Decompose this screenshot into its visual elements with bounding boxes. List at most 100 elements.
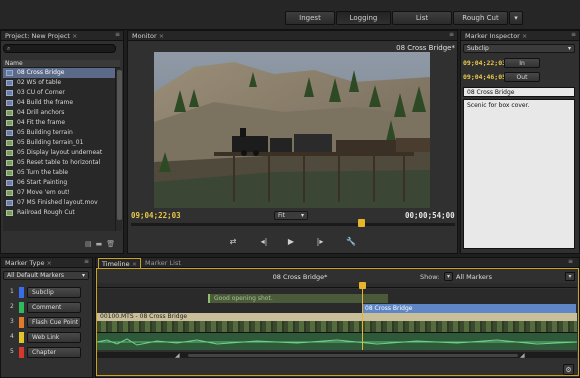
project-item[interactable]: 07 MS Finished layout.mov xyxy=(3,198,115,208)
audio-track[interactable] xyxy=(96,332,578,350)
marker-comment-field[interactable]: Scenic for box cover. xyxy=(463,99,575,249)
project-item[interactable]: 05 Reset table to horizontal xyxy=(3,158,115,168)
panel-menu-icon[interactable]: ≡ xyxy=(84,258,89,265)
marker-type-button[interactable]: Flash Cue Point xyxy=(27,317,81,328)
panel-menu-icon[interactable]: ≡ xyxy=(115,31,120,38)
loop-icon[interactable]: ⇄ xyxy=(226,237,240,246)
marker-type-button[interactable]: Comment xyxy=(27,302,81,313)
subclip-marker[interactable]: 08 Cross Bridge xyxy=(362,304,576,313)
video-frame[interactable] xyxy=(154,52,430,208)
marker-type-tab[interactable]: Marker Type × xyxy=(1,258,92,268)
panel-menu-icon[interactable]: ≡ xyxy=(449,31,454,38)
marker-type-row[interactable]: 5 Chapter xyxy=(3,347,83,358)
scrollbar-thumb[interactable] xyxy=(117,70,122,220)
marker-type-button[interactable]: Subclip xyxy=(27,287,81,298)
project-item[interactable]: 07 Move 'em out! xyxy=(3,188,115,198)
marker-type-row[interactable]: 3 Flash Cue Point xyxy=(3,317,83,328)
sequence-title: 08 Cross Bridge* xyxy=(272,273,328,281)
monitor-tab-label: Monitor xyxy=(132,32,157,40)
project-scrollbar[interactable] xyxy=(115,68,122,231)
marker-type-select[interactable]: Subclip ▾ xyxy=(463,44,575,53)
project-list: 08 Cross Bridge 02 WS of table 03 CU of Co… xyxy=(3,68,115,231)
project-item[interactable]: 04 Fit the frame xyxy=(3,118,115,128)
project-item[interactable]: 08 Cross Bridge xyxy=(3,68,115,78)
panel-menu-icon[interactable]: ≡ xyxy=(571,31,576,38)
video-track-thumbnails[interactable] xyxy=(97,321,577,332)
project-item[interactable]: 06 Start Painting xyxy=(3,178,115,188)
zoom-out-icon[interactable]: ◢ xyxy=(175,352,185,359)
project-item-label: 02 WS of table xyxy=(17,79,62,86)
monitor-tab[interactable]: Monitor × xyxy=(128,31,457,41)
marker-inspector-tab[interactable]: Marker Inspector × xyxy=(461,31,579,41)
logging-button[interactable]: Logging xyxy=(336,11,391,25)
step-back-icon[interactable]: ◂| xyxy=(257,237,271,246)
search-icon: ⌕ xyxy=(7,45,11,52)
panel-menu-icon[interactable]: ≡ xyxy=(568,258,573,265)
marker-list-tab[interactable]: Marker List xyxy=(142,258,184,268)
show-label: Show: xyxy=(420,273,440,281)
marker-type-number: 2 xyxy=(10,303,14,310)
project-item[interactable]: 05 Building terrain xyxy=(3,128,115,138)
marker-type-row[interactable]: 2 Comment xyxy=(3,302,83,313)
trash-icon[interactable]: 🗑 xyxy=(106,240,119,248)
current-timecode[interactable]: 09;04;22;03 xyxy=(131,211,181,220)
project-search-input[interactable]: ⌕ xyxy=(3,44,116,53)
list-button[interactable]: List xyxy=(392,11,452,25)
project-item-label: 04 Drill anchors xyxy=(17,109,65,116)
close-icon[interactable]: × xyxy=(46,259,51,267)
timeline-zoom-slider[interactable] xyxy=(188,354,518,357)
name-column-header[interactable]: Name xyxy=(3,60,120,68)
rough-cut-button[interactable]: Rough Cut xyxy=(453,11,508,25)
set-out-button[interactable]: Out xyxy=(504,72,540,82)
project-item[interactable]: 03 CU of Corner xyxy=(3,88,115,98)
clip-icon xyxy=(6,90,13,96)
project-footer-icons: ▤▬🗑 xyxy=(85,240,121,250)
marker-type-row[interactable]: 4 Web Link xyxy=(3,332,83,343)
marker-filter-select[interactable]: All Default Markers ▾ xyxy=(3,271,89,280)
project-item[interactable]: 04 Drill anchors xyxy=(3,108,115,118)
ingest-button[interactable]: Ingest xyxy=(285,11,335,25)
close-icon[interactable]: × xyxy=(159,32,164,40)
monitor-playhead[interactable] xyxy=(358,219,366,227)
timeline-tab[interactable]: Timeline × xyxy=(98,258,142,268)
list-view-icon[interactable]: ▤ xyxy=(85,240,96,248)
help-icon[interactable]: ⚙ xyxy=(563,364,574,375)
close-icon[interactable]: × xyxy=(72,32,77,40)
close-icon[interactable]: × xyxy=(522,32,527,40)
clip-icon xyxy=(6,80,13,86)
project-item[interactable]: 05 Display layout underneat xyxy=(3,148,115,158)
clip-icon xyxy=(6,180,13,186)
marker-name-field[interactable]: 08 Cross Bridge xyxy=(463,87,575,97)
play-icon[interactable]: ▶ xyxy=(284,237,298,246)
workspace-menu-button[interactable]: ▾ xyxy=(509,11,523,25)
project-item[interactable]: 04 Build the frame xyxy=(3,98,115,108)
timeline-options-button[interactable]: ▾ xyxy=(565,272,575,281)
zoom-in-icon[interactable]: ◢ xyxy=(520,352,530,359)
project-item[interactable]: 05 Turn the table xyxy=(3,168,115,178)
in-timecode[interactable]: 09;04;22;03 xyxy=(463,59,506,67)
new-bin-icon[interactable]: ▬ xyxy=(96,240,107,248)
close-icon[interactable]: × xyxy=(132,260,137,268)
timeline-ruler[interactable] xyxy=(97,283,577,288)
marker-type-row[interactable]: 1 Subclip xyxy=(3,287,83,298)
monitor-playhead-track xyxy=(131,219,455,227)
zoom-select[interactable]: Fit ▾ xyxy=(274,211,308,220)
zoom-value: Fit xyxy=(278,212,286,219)
marker-color-swatch xyxy=(19,317,24,328)
project-item-label: 05 Display layout underneat xyxy=(17,149,103,156)
marker-type-button[interactable]: Web Link xyxy=(27,332,81,343)
show-filter-dropdown[interactable]: ▾ xyxy=(444,272,453,281)
project-item[interactable]: 05 Building terrain_01 xyxy=(3,138,115,148)
step-forward-icon[interactable]: |▸ xyxy=(313,237,327,246)
clip-header[interactable]: 00100.MTS - 08 Cross Bridge xyxy=(97,313,577,321)
project-tab[interactable]: Project: New Project × xyxy=(1,31,123,41)
project-item[interactable]: 02 WS of table xyxy=(3,78,115,88)
set-in-button[interactable]: In xyxy=(504,58,540,68)
sequence-icon xyxy=(6,170,13,176)
wrench-icon[interactable]: 🔧 xyxy=(344,237,358,246)
project-item-label: 03 CU of Corner xyxy=(17,89,65,96)
project-item[interactable]: Railroad Rough Cut xyxy=(3,208,115,218)
marker-type-button[interactable]: Chapter xyxy=(27,347,81,358)
comment-marker[interactable]: Good opening shot. xyxy=(208,294,388,303)
out-timecode[interactable]: 09;04;46;05 xyxy=(463,73,506,81)
